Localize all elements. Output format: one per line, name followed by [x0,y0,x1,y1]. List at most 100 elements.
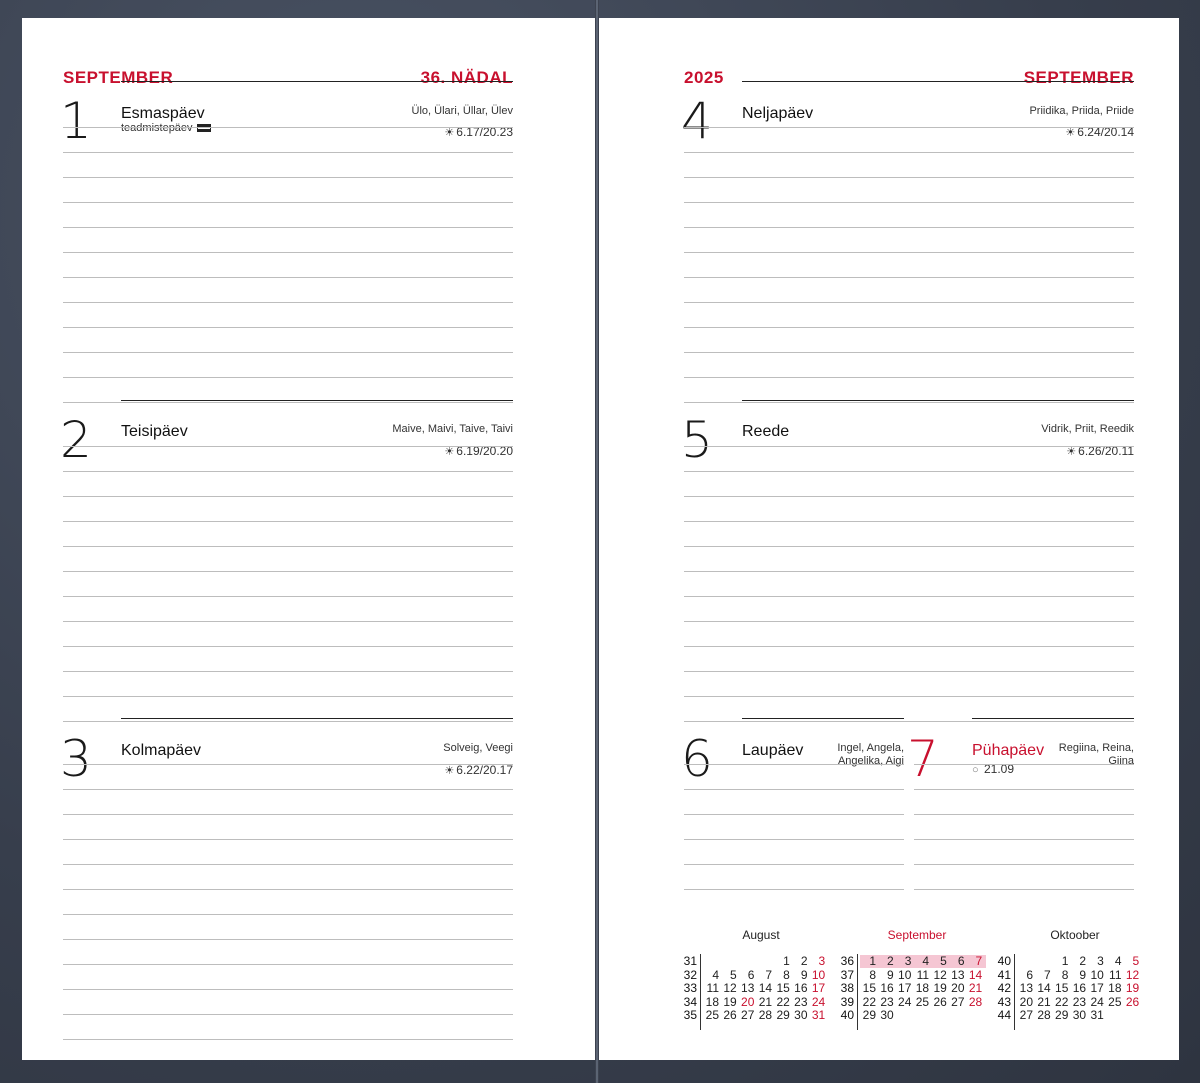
mini-cal-day: 24 [898,994,912,1009]
day-number-7: 7 [907,730,939,788]
mini-cal-day: 2 [1079,954,1087,968]
day-number-4: 4 [681,92,713,150]
mini-cal-day: 21 [758,994,773,1009]
mini-cal-day: 1 [1061,954,1069,968]
mini-cal-day: 13 [951,967,965,982]
writing-line [63,521,513,522]
flag-icon [196,124,211,133]
mini-cal-day: 30 [1072,1008,1087,1023]
mini-cal-title-september: September [887,928,947,942]
mini-cal-week-number: 31 [683,954,697,968]
mini-cal-week-number: 35 [683,1008,697,1023]
mini-cal-day: 24 [1090,994,1104,1009]
day-name-7: Pühapäev [972,742,1045,759]
mini-cal-week-separator [1014,954,1015,1030]
mini-cal-day: 22 [862,994,876,1009]
mini-cal-day: 16 [880,981,894,996]
name-day-1: Ülo, Ülari, Üllar, Ülev [411,105,513,117]
writing-line [914,889,1134,890]
mini-cal-day: 18 [915,981,930,996]
mini-cal-day: 25 [1108,994,1122,1009]
writing-line [63,546,513,547]
writing-line [63,227,513,228]
writing-line [63,789,513,790]
mini-cal-day: 3 [904,954,912,968]
mini-cal-day: 9 [887,967,894,982]
mini-cal-day: 25 [915,994,930,1009]
mini-cal-title-oktoober: Oktoober [1050,928,1100,942]
mini-cal-day: 26 [1125,994,1140,1009]
mini-cal-week-number: 42 [997,981,1011,996]
mini-cal-day: 1 [783,954,790,968]
mini-cal-day: 25 [705,1008,719,1023]
writing-line [684,889,904,890]
left-page: SEPTEMBER 36. NÄDAL 1 Esmaspäev teadmist… [22,18,595,1060]
mini-cal-day: 10 [898,967,912,982]
writing-line [684,839,904,840]
writing-line [63,402,513,403]
sunrise-icon: ☀ [444,446,455,458]
mini-cal-day: 11 [706,981,719,996]
day-name-5: Reede [742,423,790,440]
mini-cal-day: 12 [933,967,947,982]
mini-cal-day: 7 [975,954,983,968]
mini-cal-week-number: 39 [840,994,854,1009]
mini-cal-day: 10 [1090,967,1104,982]
writing-line [684,302,1134,303]
mini-cal-day: 14 [968,967,983,982]
full-moon-icon: ○ [972,764,979,776]
writing-line [684,202,1134,203]
mini-cal-day: 23 [794,994,808,1009]
writing-line [63,302,513,303]
mini-cal-week-separator [857,954,858,1030]
mini-cal-day: 19 [723,994,737,1009]
writing-line [684,596,1134,597]
mini-cal-day: 24 [811,994,826,1009]
mini-cal-day: 15 [776,981,790,996]
mini-cal-day: 16 [1072,981,1087,996]
mini-cal-day: 26 [933,994,947,1009]
sunrise-icon: ☀ [444,127,455,139]
mini-cal-day: 8 [783,967,790,982]
writing-line [914,789,1134,790]
writing-line [63,939,513,940]
day-name-2: Teisipäev [121,423,188,440]
day-header-rule [972,718,1134,719]
day-header-rule [742,81,1134,82]
mini-cal-day: 21 [1037,994,1051,1009]
mini-cal-day: 2 [887,954,894,968]
day-header-rule [121,81,513,82]
mini-cal-day: 27 [951,994,965,1009]
mini-cal-day: 11 [1109,967,1122,982]
mini-cal-week-number: 34 [683,994,697,1009]
day-header-rule [121,718,513,719]
writing-line [914,864,1134,865]
day-header-rule [742,718,904,719]
mini-cal-day: 23 [1072,994,1087,1009]
year-header: 2025 [684,68,724,87]
sunrise-icon: ☀ [1065,127,1076,139]
writing-line [684,621,1134,622]
writing-line [63,914,513,915]
right-month-header: SEPTEMBER [1023,68,1134,87]
mini-cal-day: 6 [747,967,755,982]
mini-cal-day: 3 [818,954,826,968]
writing-line [684,521,1134,522]
writing-line [684,864,904,865]
mini-cal-day: 18 [1108,981,1122,996]
writing-line [63,471,513,472]
mini-cal-day: 7 [765,967,773,982]
mini-cal-day: 12 [1125,967,1140,982]
writing-line [684,571,1134,572]
writing-line [63,889,513,890]
writing-line [63,152,513,153]
writing-line [63,964,513,965]
writing-line [63,202,513,203]
mini-cal-day: 20 [951,981,965,996]
mini-cal-day: 17 [898,981,912,996]
week-header: 36. NÄDAL [420,68,513,87]
writing-line [63,721,513,722]
mini-cal-day: 27 [741,1008,755,1023]
writing-line [63,1014,513,1015]
writing-line [63,277,513,278]
